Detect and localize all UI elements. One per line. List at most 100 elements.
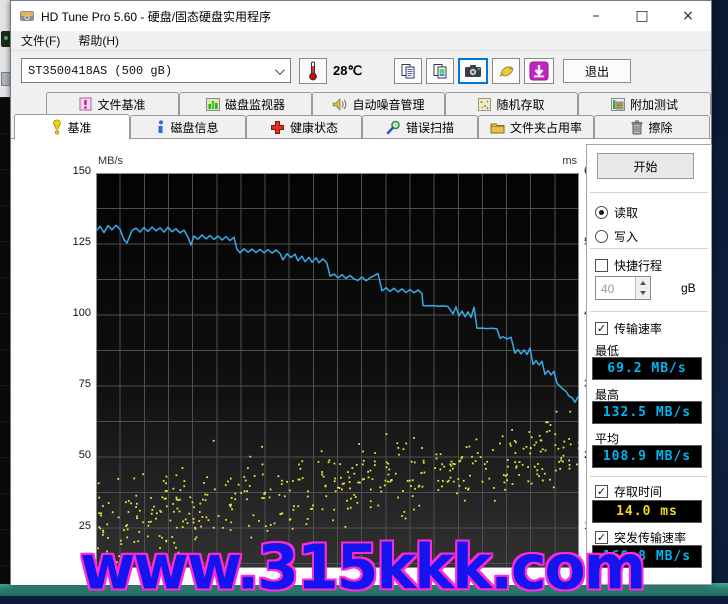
download-icon [529, 61, 549, 81]
short-stroke-value: 40 [601, 282, 614, 296]
short-stroke-row[interactable]: 快捷行程 [595, 257, 662, 274]
triangle-down-icon [640, 291, 646, 295]
tab-disk-info[interactable]: 磁盘信息 [130, 115, 246, 138]
radio-write[interactable] [595, 230, 608, 243]
tab-error-scan[interactable]: 错误扫描 [362, 115, 478, 138]
tab-label: 文件基准 [97, 96, 145, 113]
random-access-icon [478, 98, 491, 111]
tab-label: 自动噪音管理 [352, 96, 424, 113]
axis-tick-label: 25 [51, 520, 91, 532]
checkbox-transfer-rate[interactable]: ✓ [595, 322, 608, 335]
drive-select-dropdown[interactable]: ST3500418AS (500 gB) [21, 58, 291, 83]
drive-select-value: ST3500418AS (500 gB) [28, 64, 172, 78]
benchmark-chart: MB/s ms 150125100755025605040302010 [11, 139, 594, 585]
tab-benchmark[interactable]: 基准 [14, 114, 130, 140]
tab-row-secondary: 文件基准 磁盘监视器 自动噪音管理 [11, 92, 711, 115]
divider [590, 192, 708, 193]
tab-label: 错误扫描 [406, 119, 454, 136]
axis-tick-label: 125 [51, 236, 91, 248]
copy-text-icon [400, 63, 416, 79]
copy-image-button[interactable] [426, 58, 454, 84]
triangle-up-icon [640, 281, 646, 285]
tab-label: 磁盘监视器 [225, 96, 285, 113]
hdtune-window: HD Tune Pro 5.60 - 硬盘/固态硬盘实用程序 – □ × 文件(… [10, 0, 712, 585]
info-icon [157, 120, 165, 135]
tab-label: 附加测试 [630, 96, 678, 113]
temperature-button[interactable] [299, 58, 327, 84]
tab-row-primary: 基准 磁盘信息 健康状态 错误扫描 [11, 115, 711, 139]
short-stroke-label: 快捷行程 [614, 257, 662, 274]
magnifier-icon [386, 120, 401, 135]
extra-tests-icon [611, 98, 625, 111]
axis-tick-label: 100 [51, 307, 91, 319]
speaker-icon [332, 98, 347, 111]
checkbox-short-stroke[interactable] [595, 259, 608, 272]
menu-help[interactable]: 帮助(H) [70, 30, 127, 51]
watermark-text: www.315kkk.com [80, 532, 728, 603]
radio-write-label: 写入 [614, 228, 638, 245]
screenshot-button[interactable] [458, 58, 488, 84]
app-icon [19, 8, 35, 24]
file-benchmark-icon [79, 97, 92, 111]
folder-icon [490, 121, 505, 134]
health-cross-icon [270, 120, 285, 135]
tab-erase[interactable]: 擦除 [594, 115, 710, 138]
maximize-button[interactable]: □ [619, 1, 665, 31]
menubar: 文件(F) 帮助(H) [11, 31, 711, 51]
speed-icon [498, 63, 515, 79]
tab-disk-monitor[interactable]: 磁盘监视器 [179, 92, 312, 115]
close-button[interactable]: × [665, 1, 711, 31]
window-title: HD Tune Pro 5.60 - 硬盘/固态硬盘实用程序 [41, 8, 271, 25]
copy-image-icon [432, 63, 448, 79]
chevron-down-icon [275, 65, 285, 75]
avg-value-display: 108.9 MB/s [592, 445, 702, 468]
tab-aam[interactable]: 自动噪音管理 [312, 92, 445, 115]
menu-file[interactable]: 文件(F) [13, 30, 68, 51]
axis-tick-label: 150 [51, 165, 91, 177]
download-button[interactable] [524, 58, 554, 84]
trash-icon [631, 120, 643, 135]
titlebar: HD Tune Pro 5.60 - 硬盘/固态硬盘实用程序 – □ × [11, 1, 711, 31]
copy-text-button[interactable] [394, 58, 422, 84]
divider [590, 248, 708, 249]
tab-health[interactable]: 健康状态 [246, 115, 362, 138]
tab-folder-usage[interactable]: 文件夹占用率 [478, 115, 594, 138]
tab-label: 文件夹占用率 [510, 119, 582, 136]
max-value-display: 132.5 MB/s [592, 401, 702, 424]
benchmark-content: MB/s ms 150125100755025605040302010 开始 读… [11, 139, 711, 585]
start-button[interactable]: 开始 [597, 153, 694, 179]
divider [590, 311, 708, 312]
min-value-display: 69.2 MB/s [592, 357, 702, 380]
plot-area [96, 173, 579, 568]
access-time-display: 14.0 ms [592, 500, 702, 523]
disk-monitor-icon [206, 98, 220, 111]
tab-label: 磁盘信息 [170, 119, 218, 136]
camera-icon [464, 64, 482, 78]
toolbar: ST3500418AS (500 gB) 28℃ [11, 51, 711, 91]
spinner-down-button[interactable] [635, 287, 650, 299]
axis-tick-label: 75 [51, 378, 91, 390]
left-axis-title: MB/s [98, 155, 123, 167]
radio-read[interactable] [595, 206, 608, 219]
right-axis-title: ms [531, 155, 577, 167]
radio-read-label: 读取 [614, 204, 638, 221]
transfer-rate-row[interactable]: ✓ 传输速率 [595, 320, 662, 337]
read-radio-row[interactable]: 读取 [595, 204, 638, 221]
tab-label: 基准 [67, 119, 91, 136]
desktop-background: HD Tune Pro 5.60 - 硬盘/固态硬盘实用程序 – □ × 文件(… [0, 0, 728, 596]
write-radio-row[interactable]: 写入 [595, 228, 638, 245]
minimize-button[interactable]: – [573, 1, 619, 31]
benchmark-options-panel: 开始 读取 写入 快捷行程 40 [586, 144, 712, 585]
short-stroke-spinner[interactable]: 40 [595, 276, 651, 300]
tab-random-access[interactable]: 随机存取 [445, 92, 578, 115]
thermometer-icon [307, 61, 319, 81]
tab-extra-tests[interactable]: 附加测试 [578, 92, 711, 115]
short-stroke-unit: gB [681, 281, 696, 295]
speed-test-button[interactable] [492, 58, 520, 84]
tab-file-benchmark[interactable]: 文件基准 [46, 92, 179, 115]
exit-button[interactable]: 退出 [563, 59, 631, 83]
divider [590, 476, 708, 477]
benchmark-icon [52, 119, 62, 135]
checkbox-access-time[interactable]: ✓ [595, 485, 608, 498]
access-time-row[interactable]: ✓ 存取时间 [595, 483, 662, 500]
